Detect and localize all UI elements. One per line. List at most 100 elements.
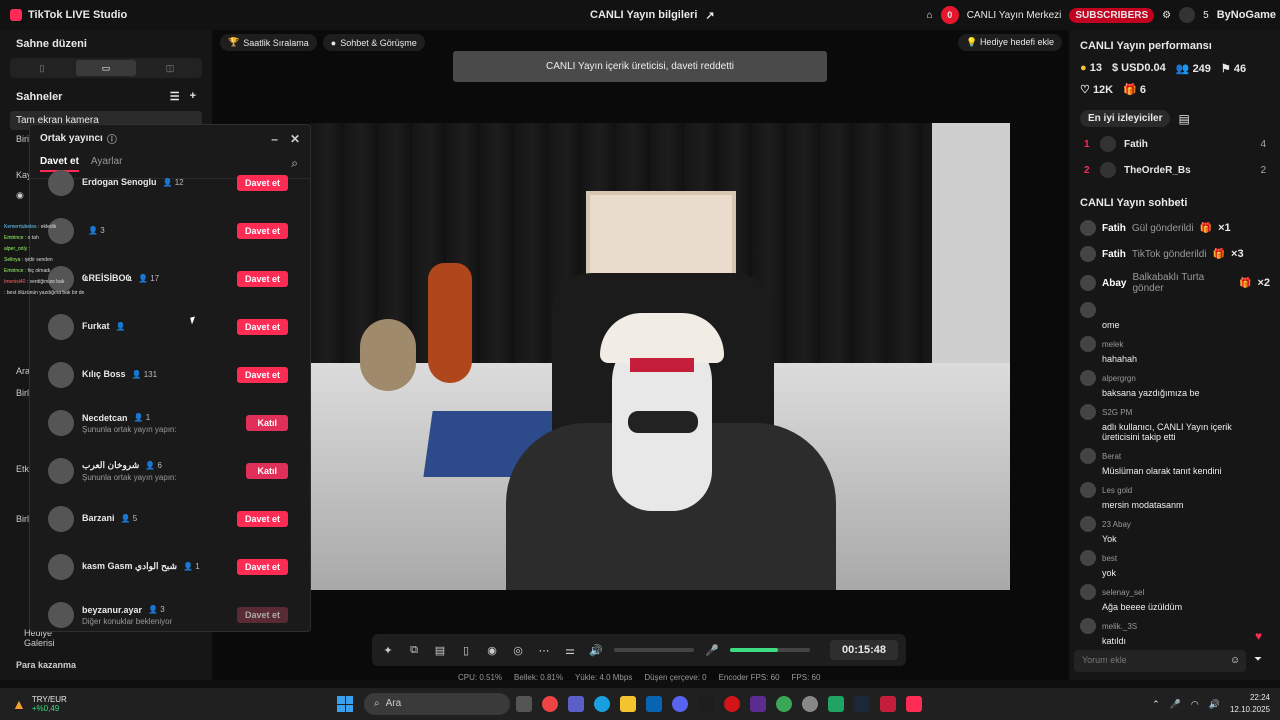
app-icon-2[interactable] xyxy=(750,696,766,712)
chat-username[interactable]: selenay_sel xyxy=(1102,588,1144,597)
invite-button[interactable]: Davet et xyxy=(236,367,288,383)
layout-landscape-button[interactable]: ▭ xyxy=(76,60,136,76)
mixer-icon[interactable]: ⚌ xyxy=(562,642,578,658)
chat-username[interactable]: melek xyxy=(1102,340,1123,349)
close-icon[interactable]: ✕ xyxy=(290,132,300,146)
mic-volume-slider[interactable] xyxy=(730,648,810,652)
notification-badge[interactable]: 0 xyxy=(940,6,959,24)
live-info-button[interactable]: CANLI Yayın bilgileri ↗ xyxy=(590,9,715,22)
minimize-icon[interactable]: – xyxy=(271,132,278,146)
live-center-link[interactable]: CANLI Yayın Merkezi xyxy=(967,10,1062,21)
avatar[interactable] xyxy=(48,506,74,532)
chat-username[interactable]: melik._3S xyxy=(1102,622,1137,631)
mic-icon[interactable]: 🎤 xyxy=(1170,699,1181,710)
avatar[interactable] xyxy=(1080,336,1096,352)
search-icon[interactable]: ⌕ xyxy=(291,156,298,171)
volume-icon[interactable]: 🔊 xyxy=(1209,699,1220,710)
join-button[interactable]: Katıl xyxy=(246,415,288,431)
layout-icon[interactable]: ▤ xyxy=(432,642,448,658)
steam-icon[interactable] xyxy=(854,696,870,712)
avatar[interactable] xyxy=(48,458,74,484)
wifi-icon[interactable]: ◠ xyxy=(1191,699,1199,710)
avatar[interactable] xyxy=(1080,618,1096,634)
avatar[interactable] xyxy=(48,362,74,388)
avatar[interactable] xyxy=(48,410,74,436)
camera-preview[interactable] xyxy=(310,123,1010,590)
windows-start-icon[interactable] xyxy=(337,696,353,712)
clipboard-icon[interactable]: ▤ xyxy=(1178,112,1189,126)
github-icon[interactable] xyxy=(802,696,818,712)
avatar[interactable] xyxy=(1080,482,1096,498)
top-viewer-row[interactable]: 1 Fatih 4 xyxy=(1070,131,1280,157)
invite-button[interactable]: Davet et xyxy=(236,559,288,575)
avatar[interactable] xyxy=(1080,550,1096,566)
help-icon[interactable]: ⓘ xyxy=(107,131,117,146)
task-view-icon[interactable] xyxy=(516,696,532,712)
chat-username[interactable]: S2G PM xyxy=(1102,408,1132,417)
avatar[interactable] xyxy=(1080,302,1096,318)
avatar[interactable] xyxy=(1080,516,1096,532)
app-icon-1[interactable] xyxy=(698,696,714,712)
record-icon[interactable]: ◉ xyxy=(484,642,500,658)
add-scene-icon[interactable]: + xyxy=(190,90,196,103)
app-icon-4[interactable] xyxy=(880,696,896,712)
avatar[interactable] xyxy=(1080,404,1096,420)
avatar[interactable] xyxy=(1179,7,1196,23)
app-icon-3[interactable] xyxy=(828,696,844,712)
join-button[interactable]: Katıl xyxy=(246,463,288,479)
edge-icon[interactable] xyxy=(594,696,610,712)
chat-meeting-chip[interactable]: ● Sohbet & Görüşme xyxy=(322,34,425,51)
discord-icon[interactable] xyxy=(672,696,688,712)
list-icon[interactable]: ☰ xyxy=(170,90,180,103)
invite-button[interactable]: Davet et xyxy=(236,511,288,527)
add-gift-goal-button[interactable]: 💡 Hediye hedefi ekle xyxy=(958,34,1062,51)
more-icon[interactable]: ⋯ xyxy=(536,642,552,658)
subscribers-badge[interactable]: SUBSCRIBERS xyxy=(1069,7,1155,23)
outlook-icon[interactable] xyxy=(646,696,662,712)
invite-button[interactable]: Davet et xyxy=(236,319,288,335)
chat-username[interactable]: alpergrgn xyxy=(1102,374,1136,383)
invite-button[interactable]: Davet et xyxy=(236,271,288,287)
monetization-label[interactable]: Para kazanma xyxy=(16,660,76,670)
emoji-icon[interactable]: ☺ xyxy=(1230,655,1240,666)
invite-button[interactable]: Davet et xyxy=(236,607,288,623)
camera-switch-icon[interactable]: ◎ xyxy=(510,642,526,658)
home-icon[interactable]: ⌂ xyxy=(927,10,933,21)
file-explorer-icon[interactable] xyxy=(620,696,636,712)
avatar[interactable] xyxy=(1080,370,1096,386)
camera-icon[interactable]: ◉ xyxy=(16,190,24,201)
avatar[interactable] xyxy=(1080,448,1096,464)
filter-icon[interactable]: ⏷ xyxy=(1254,654,1262,665)
avatar[interactable] xyxy=(48,314,74,340)
clock[interactable]: 22:24 12.10.2025 xyxy=(1230,692,1270,716)
speaker-icon[interactable]: 🔊 xyxy=(588,642,604,658)
chat-username[interactable]: Berat xyxy=(1102,452,1121,461)
chevron-up-icon[interactable]: ⌃ xyxy=(1152,699,1160,710)
tiktok-studio-icon[interactable] xyxy=(906,696,922,712)
top-viewers-tab[interactable]: En iyi izleyiciler xyxy=(1080,110,1171,127)
hourly-ranking-chip[interactable]: 🏆 Saatlik Sıralama xyxy=(220,34,317,51)
ticker-widget[interactable]: ▲ TRY/EUR +%0,49 xyxy=(0,695,67,713)
avatar[interactable] xyxy=(1080,584,1096,600)
layout-multi-button[interactable]: ◫ xyxy=(140,60,200,76)
magic-icon[interactable]: ✦ xyxy=(380,642,396,658)
chat-username[interactable]: best xyxy=(1102,554,1117,563)
teams-icon[interactable] xyxy=(568,696,584,712)
avatar[interactable] xyxy=(48,554,74,580)
mic-icon[interactable]: 🎤 xyxy=(704,642,720,658)
chrome-icon-2[interactable] xyxy=(776,696,792,712)
taskbar-search[interactable]: ⌕ Ara xyxy=(364,693,510,715)
phone-icon[interactable]: ▯ xyxy=(458,642,474,658)
invite-button[interactable]: Davet et xyxy=(236,175,288,191)
top-viewer-row[interactable]: 2 TheOrdeR_Bs 2 xyxy=(1070,157,1280,183)
chrome-icon[interactable] xyxy=(542,696,558,712)
opera-icon[interactable] xyxy=(724,696,740,712)
speaker-volume-slider[interactable] xyxy=(614,648,694,652)
effects-icon[interactable]: ⧉ xyxy=(406,642,422,658)
layout-portrait-button[interactable]: ▯ xyxy=(12,60,72,76)
avatar[interactable] xyxy=(48,602,74,628)
chat-username[interactable]: Les gold xyxy=(1102,486,1132,495)
comment-input[interactable]: Yorum ekle xyxy=(1074,650,1246,672)
avatar[interactable] xyxy=(48,170,74,196)
invite-button[interactable]: Davet et xyxy=(236,223,288,239)
